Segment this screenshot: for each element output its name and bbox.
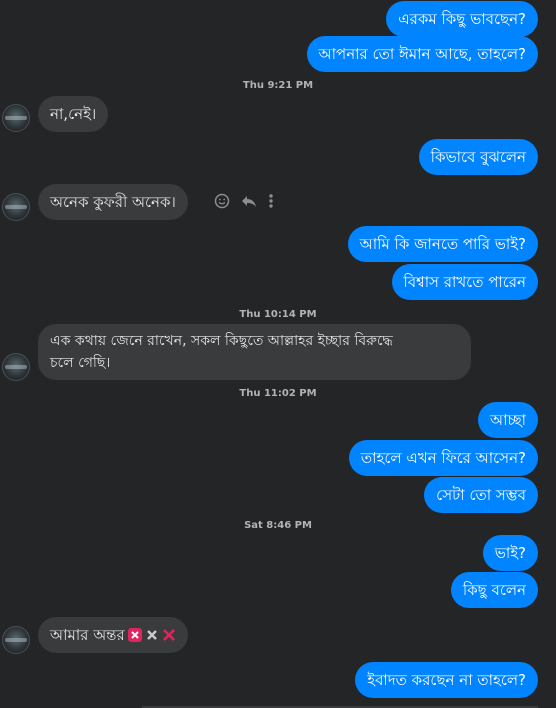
timestamp: Thu 9:21 PM bbox=[242, 80, 314, 91]
message-bubble-outgoing[interactable]: কিভাবে বুঝলেন bbox=[418, 139, 538, 175]
avatar[interactable] bbox=[2, 353, 30, 381]
cross-mark-icon bbox=[162, 628, 176, 642]
more-icon[interactable] bbox=[268, 193, 274, 209]
message-text: আচ্ছা bbox=[489, 411, 526, 429]
message-bubble-outgoing[interactable]: ভাই? bbox=[482, 535, 538, 571]
message-bubble-outgoing[interactable]: আমি কি জানতে পারি ভাই? bbox=[347, 226, 538, 262]
message-text: সেটা তো সম্ভব bbox=[436, 486, 526, 504]
message-text-line: চলে গেছি। bbox=[50, 355, 111, 371]
message-bubble-outgoing[interactable]: সেটা তো সম্ভব bbox=[424, 477, 538, 513]
message-bubble-outgoing[interactable]: তাহলে এখন ফিরে আসেন? bbox=[348, 440, 538, 476]
message-text: কিছু বলেন bbox=[462, 581, 526, 599]
message-text-line: এক কথায় জেনে রাখেন, সকল কিছুতে আল্লাহর … bbox=[50, 333, 393, 349]
message-text: ভাই? bbox=[494, 544, 526, 562]
message-bubble-outgoing[interactable]: কিছু বলেন bbox=[450, 572, 538, 608]
message-text: আমি কি জানতে পারি ভাই? bbox=[359, 235, 526, 253]
avatar[interactable] bbox=[2, 193, 30, 221]
message-text: এরকম কিছু ভাবছেন? bbox=[398, 10, 526, 28]
message-text: আপনার তো ঈমান আছে, তাহলে? bbox=[318, 45, 526, 63]
message-text: আমার অন্তর bbox=[50, 626, 125, 644]
message-text: না,নেই। bbox=[50, 105, 97, 123]
timestamp: Thu 10:14 PM bbox=[239, 309, 317, 320]
message-bubble-outgoing[interactable]: আপনার তো ঈমান আছে, তাহলে? bbox=[306, 36, 538, 72]
cross-mark-button-icon bbox=[127, 628, 142, 642]
message-bubble-incoming[interactable]: আমার অন্তর bbox=[38, 617, 188, 653]
avatar[interactable] bbox=[2, 626, 30, 654]
avatar[interactable] bbox=[2, 104, 30, 132]
message-text: বিশ্বাস রাখতে পারেন bbox=[403, 273, 527, 291]
message-text: অনেক কুফরী অনেক। bbox=[50, 193, 176, 211]
message-text: তাহলে এখন ফিরে আসেন? bbox=[360, 449, 526, 467]
message-text: কিভাবে বুঝলেন bbox=[430, 148, 526, 166]
timestamp: Thu 11:02 PM bbox=[239, 388, 317, 399]
message-bubble-outgoing[interactable]: এরকম কিছু ভাবছেন? bbox=[386, 1, 538, 37]
message-bubble-incoming[interactable]: অনেক কুফরী অনেক। bbox=[38, 184, 188, 220]
message-bubble-incoming[interactable]: এক কথায় জেনে রাখেন, সকল কিছুতে আল্লাহর … bbox=[38, 324, 471, 380]
message-text: ইবাদত করছেন না তাহলে? bbox=[367, 671, 526, 689]
smiley-icon[interactable] bbox=[214, 193, 230, 209]
timestamp: Sat 8:46 PM bbox=[244, 520, 312, 531]
multiply-sign-icon bbox=[145, 628, 159, 642]
message-bubble-incoming[interactable]: না,নেই। bbox=[38, 96, 109, 132]
reply-icon[interactable] bbox=[240, 193, 258, 209]
message-actions bbox=[214, 193, 274, 209]
message-bubble-outgoing[interactable]: ইবাদত করছেন না তাহলে? bbox=[355, 662, 538, 698]
message-bubble-outgoing[interactable]: আচ্ছা bbox=[477, 402, 538, 438]
message-bubble-outgoing[interactable]: বিশ্বাস রাখতে পারেন bbox=[391, 264, 538, 300]
